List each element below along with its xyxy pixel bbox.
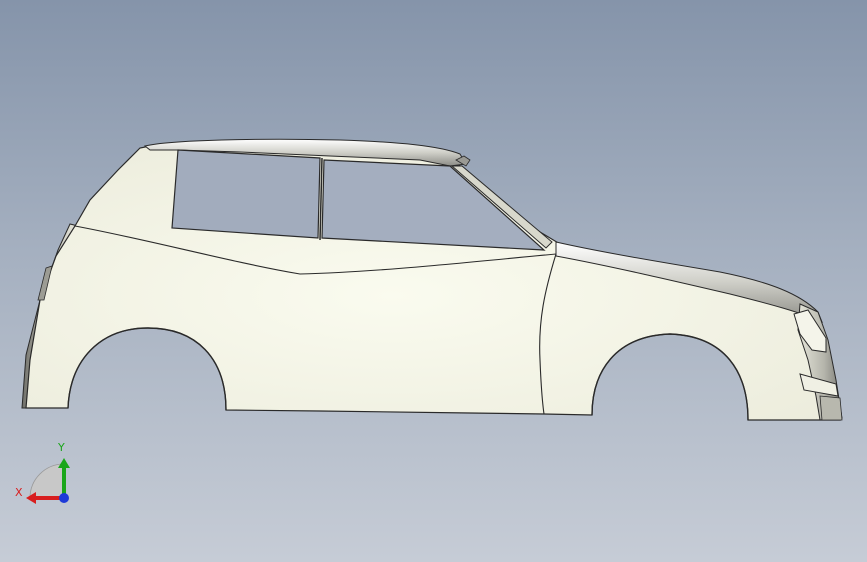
rear-window-opening [171,149,321,239]
front-window-opening [321,159,546,251]
lower-bumper [819,395,843,421]
graphics-viewport[interactable]: X Y [0,0,867,562]
x-axis-label: X [15,486,23,499]
y-axis-label: Y [58,441,65,454]
triad-graphic [26,458,70,504]
axis-triad: X Y [10,440,80,510]
car-body-model[interactable] [0,0,867,562]
